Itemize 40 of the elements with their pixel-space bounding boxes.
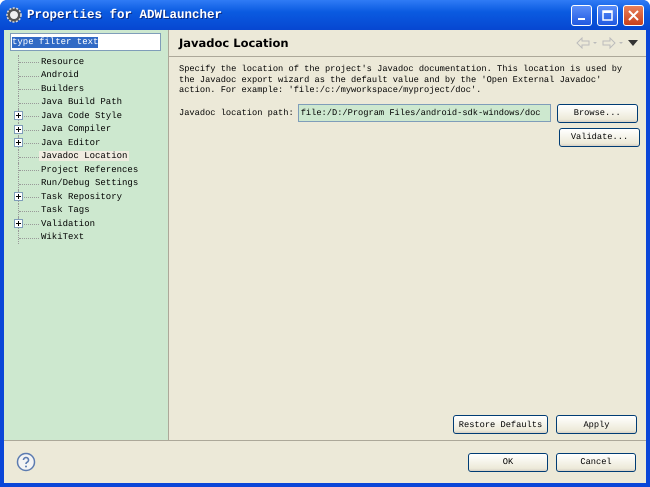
tree-item[interactable]: Task Tags: [39, 205, 92, 216]
expand-icon[interactable]: [14, 138, 23, 147]
tree-item[interactable]: Java Compiler: [39, 124, 114, 134]
tree-item[interactable]: Java Code Style: [39, 110, 124, 121]
tree-item[interactable]: Validation: [39, 218, 98, 229]
tree-item[interactable]: Resource: [39, 56, 86, 67]
maximize-icon: [602, 10, 613, 20]
tree-item[interactable]: Java Editor: [39, 138, 102, 148]
tree-item[interactable]: Run/Debug Settings: [39, 178, 140, 188]
tree-item[interactable]: Javadoc Location: [39, 151, 130, 162]
tree-item[interactable]: Task Repository: [39, 192, 124, 202]
help-icon[interactable]: [16, 452, 36, 472]
tree-item[interactable]: Android: [39, 70, 81, 80]
tree-item[interactable]: Java Build Path: [39, 97, 124, 108]
tree-item[interactable]: Builders: [39, 84, 86, 94]
path-label: Javadoc location path:: [179, 108, 294, 118]
expand-icon[interactable]: [14, 124, 23, 134]
menu-icon[interactable]: [628, 40, 638, 46]
tree-item[interactable]: WikiText: [39, 232, 86, 242]
restore-defaults-button[interactable]: Restore Defaults: [453, 415, 548, 434]
apply-button[interactable]: Apply: [556, 415, 637, 434]
expand-icon[interactable]: [14, 111, 23, 120]
close-icon: [628, 10, 639, 20]
path-field[interactable]: file:/D:/Program Files/android-sdk-windows/doc: [298, 104, 551, 122]
close-button[interactable]: [623, 4, 644, 26]
validate-button[interactable]: Validate...: [559, 128, 640, 146]
filter-field[interactable]: type filter text: [10, 33, 161, 51]
browse-button[interactable]: Browse...: [556, 104, 638, 122]
minimize-icon: [578, 18, 585, 20]
window-title: Properties for ADWLauncher: [27, 8, 224, 22]
minimize-button[interactable]: [571, 4, 592, 26]
expand-icon[interactable]: [14, 219, 23, 228]
gear-icon: [6, 7, 22, 23]
tree-item[interactable]: Project References: [39, 164, 140, 175]
ok-button[interactable]: OK: [468, 452, 548, 472]
expand-icon[interactable]: [14, 192, 23, 201]
description-text: Specify the location of the project's Javadoc documentation. This location is used by the Javadoc export wizard as the default value and by the 'Open External Javadoc' action. For example: 'file:/c:/myworkspace/myproject/doc'.: [179, 64, 624, 96]
cancel-button[interactable]: Cancel: [556, 452, 636, 472]
page-title: Javadoc Location: [179, 36, 290, 50]
maximize-button[interactable]: [597, 4, 618, 26]
